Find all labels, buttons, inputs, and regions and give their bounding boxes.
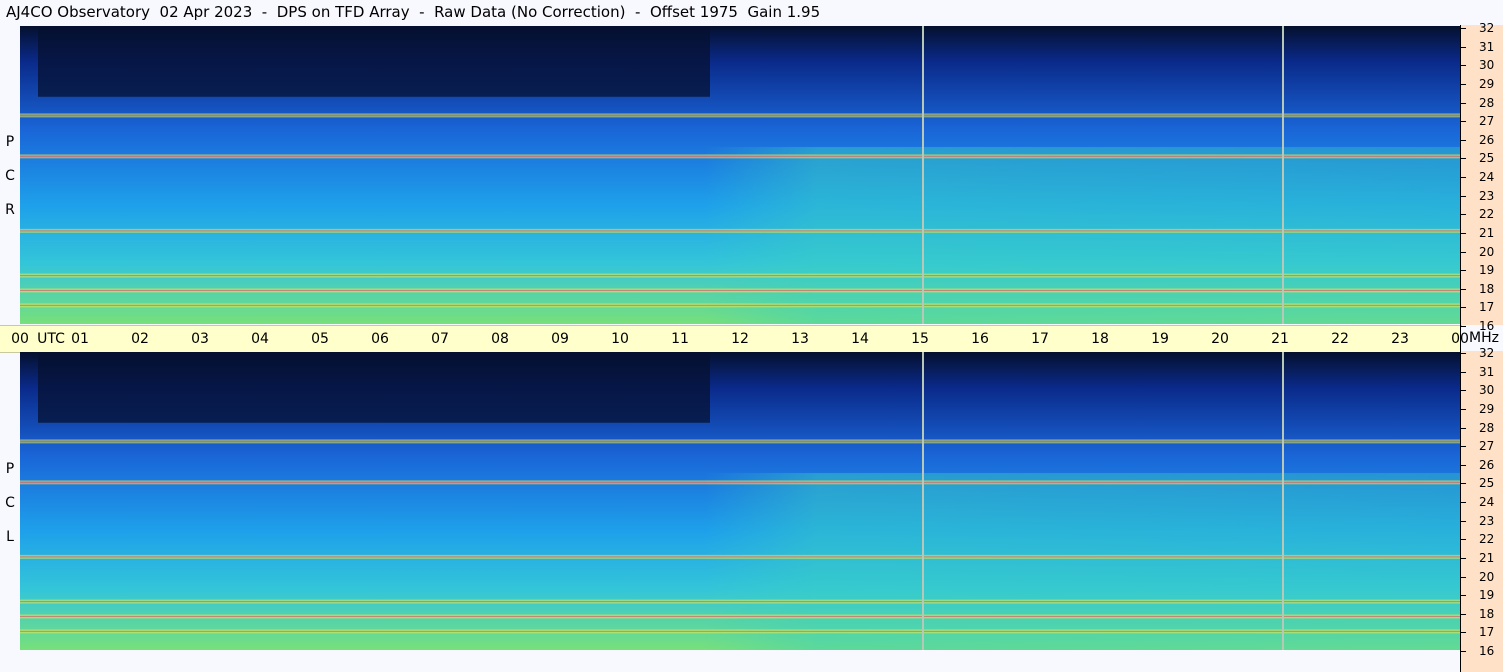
freq-tick-label-7: 25 bbox=[1479, 476, 1495, 491]
lcp-label-l: L bbox=[6, 529, 14, 545]
freq-axis-bottom: 32 31 30 29 28 27 26 25 24 23 22 21 20 19 18 17 16 bbox=[1460, 346, 1503, 672]
daytime-region bbox=[704, 147, 1460, 324]
freq-tick-label-12: 20 bbox=[1479, 244, 1495, 259]
time-tick-18: 18 bbox=[1091, 331, 1109, 347]
freq-tick-label-1: 31 bbox=[1479, 39, 1495, 54]
vertical-line-0 bbox=[922, 26, 924, 324]
vertical-line-1 bbox=[1282, 352, 1284, 650]
lcp-label-c: C bbox=[5, 495, 15, 511]
freq-tick-label-14: 18 bbox=[1479, 281, 1495, 296]
freq-tick-label-2: 30 bbox=[1479, 58, 1495, 73]
time-tick-7: 07 bbox=[431, 331, 449, 347]
lcp-spectrogram bbox=[20, 352, 1460, 650]
time-tick-1: 01 bbox=[71, 331, 89, 347]
freq-tick-label-0: 32 bbox=[1479, 21, 1495, 35]
time-tick-14: 14 bbox=[851, 331, 869, 347]
rcp-spectrogram bbox=[20, 26, 1460, 324]
active-band-core-4 bbox=[20, 155, 1460, 157]
time-tick-12: 12 bbox=[731, 331, 749, 347]
active-band-core-0 bbox=[20, 304, 1460, 306]
freq-tick-label-4: 28 bbox=[1479, 420, 1495, 435]
time-tick-2: 02 bbox=[131, 331, 149, 347]
freq-tick-label-5: 27 bbox=[1479, 439, 1495, 454]
active-band-core-1 bbox=[20, 289, 1460, 291]
freq-tick-label-13: 19 bbox=[1479, 263, 1495, 278]
time-tick-10: 10 bbox=[611, 331, 629, 347]
freq-tick-label-9: 23 bbox=[1479, 513, 1495, 528]
time-tick-21: 21 bbox=[1271, 331, 1289, 347]
rcp-spectrogram-svg bbox=[20, 26, 1460, 324]
time-tick-13: 13 bbox=[791, 331, 809, 347]
lcp-label-p: P bbox=[5, 461, 15, 477]
lcp-spectrogram-svg bbox=[20, 352, 1460, 650]
time-tick-15: 15 bbox=[911, 331, 929, 347]
freq-tick-label-12: 20 bbox=[1479, 569, 1495, 584]
time-axis: UTC 00 01 02 03 04 05 06 07 08 09 10 11 12 13 14 15 16 17… bbox=[0, 325, 1469, 353]
freq-tick-label-11: 21 bbox=[1479, 225, 1495, 240]
freq-tick-label-4: 28 bbox=[1479, 95, 1495, 110]
time-tick-9: 09 bbox=[551, 331, 569, 347]
freq-tick-label-14: 18 bbox=[1479, 606, 1495, 621]
vertical-line-0 bbox=[922, 352, 924, 650]
freq-tick-label-15: 17 bbox=[1479, 625, 1495, 640]
active-band-core-5 bbox=[20, 440, 1460, 442]
time-tick-8: 08 bbox=[491, 331, 509, 347]
axis-frame-line bbox=[1460, 25, 1461, 672]
time-tick-22: 22 bbox=[1331, 331, 1349, 347]
active-band-core-2 bbox=[20, 275, 1460, 277]
active-band-core-5 bbox=[20, 114, 1460, 116]
active-band-core-1 bbox=[20, 615, 1460, 617]
active-band-core-2 bbox=[20, 601, 1460, 603]
time-tick-23: 23 bbox=[1391, 331, 1409, 347]
rcp-label-c: C bbox=[5, 168, 15, 184]
freq-tick-label-15: 17 bbox=[1479, 300, 1495, 315]
freq-tick-label-0: 32 bbox=[1479, 346, 1495, 360]
freq-tick-label-5: 27 bbox=[1479, 114, 1495, 129]
active-band-core-3 bbox=[20, 556, 1460, 558]
time-tick-0: 00 bbox=[11, 331, 29, 347]
time-tick-17: 17 bbox=[1031, 331, 1049, 347]
freq-tick-label-1: 31 bbox=[1479, 364, 1495, 379]
daytime-region bbox=[704, 473, 1460, 650]
rcp-label-r: R bbox=[5, 202, 15, 218]
time-tick-16: 16 bbox=[971, 331, 989, 347]
freq-tick-label-10: 22 bbox=[1479, 532, 1495, 547]
time-tick-20: 20 bbox=[1211, 331, 1229, 347]
freq-tick-label-10: 22 bbox=[1479, 207, 1495, 222]
vertical-line-1 bbox=[1282, 26, 1284, 324]
night-dark-region bbox=[38, 352, 710, 423]
freq-tick-label-2: 30 bbox=[1479, 383, 1495, 398]
freq-axis-top: 32 31 30 29 28 27 26 25 24 23 22 21 20 19 18 17 16 bbox=[1460, 21, 1503, 333]
active-band-core-3 bbox=[20, 230, 1460, 232]
freq-tick-label-6: 26 bbox=[1479, 132, 1495, 147]
freq-tick-label-3: 29 bbox=[1479, 76, 1495, 91]
time-tick-5: 05 bbox=[311, 331, 329, 347]
freq-tick-label-8: 24 bbox=[1479, 170, 1495, 184]
chart-title: AJ4CO Observatory 02 Apr 2023 - DPS on T… bbox=[6, 3, 821, 21]
time-tick-6: 06 bbox=[371, 331, 389, 347]
active-band-core-0 bbox=[20, 630, 1460, 632]
freq-tick-label-7: 25 bbox=[1479, 151, 1495, 166]
time-axis-unit: UTC bbox=[37, 331, 65, 347]
freq-tick-label-13: 19 bbox=[1479, 588, 1495, 603]
time-tick-4: 04 bbox=[251, 331, 269, 347]
freq-tick-label-6: 26 bbox=[1479, 457, 1495, 472]
rcp-label-p: P bbox=[5, 134, 15, 150]
freq-axis-unit: MHz bbox=[1469, 330, 1499, 346]
freq-tick-label-9: 23 bbox=[1479, 188, 1495, 203]
freq-tick-label-3: 29 bbox=[1479, 401, 1495, 416]
time-tick-11: 11 bbox=[671, 331, 689, 347]
active-band-core-4 bbox=[20, 481, 1460, 483]
freq-tick-label-11: 21 bbox=[1479, 550, 1495, 565]
time-tick-3: 03 bbox=[191, 331, 209, 347]
night-dark-region bbox=[38, 26, 710, 97]
freq-tick-label-8: 24 bbox=[1479, 495, 1495, 509]
time-tick-19: 19 bbox=[1151, 331, 1169, 347]
freq-tick-label-16: 16 bbox=[1479, 644, 1495, 658]
